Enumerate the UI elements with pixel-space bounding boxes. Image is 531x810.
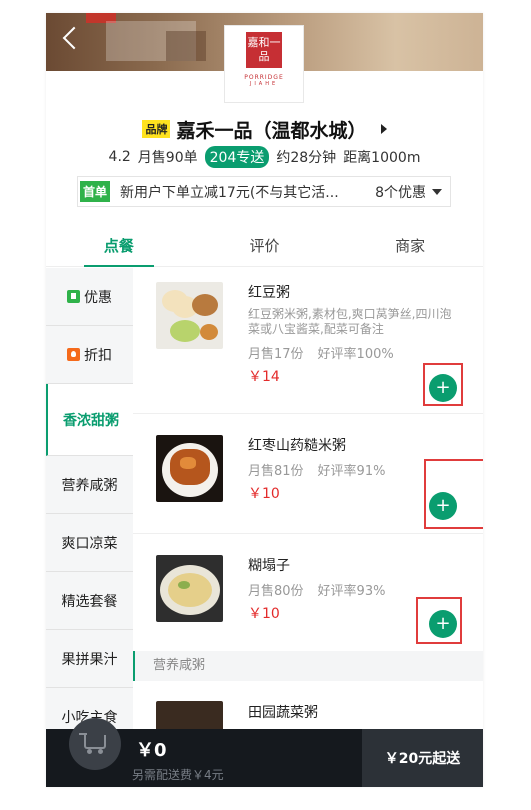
product-image <box>156 435 223 502</box>
highlight-box <box>423 363 463 406</box>
product-price: ￥10 <box>248 606 280 622</box>
chevron-down-icon <box>432 188 442 195</box>
category-sidebar: 优惠 折扣 香浓甜粥 营养咸粥 爽口凉菜 精选套餐 果拼果汁 小吃主食 <box>46 268 134 746</box>
section-header: 营养咸粥 <box>133 651 483 681</box>
highlight-box <box>424 459 483 529</box>
promo-text: 新用户下单立减17元(不与其它活... <box>120 184 339 201</box>
list-item[interactable]: 红豆粥 红豆粥米粥,素材包,爽口莴笋丝,四川泡菜或八宝酱菜,配菜可备注 月售17… <box>133 268 483 414</box>
highlight-box <box>416 597 462 644</box>
food-illustration <box>178 581 190 589</box>
product-sales: 月售17份 <box>248 347 304 362</box>
shop-logo: 嘉和一品 PORRIDGE JIAHE <box>224 25 304 103</box>
food-illustration <box>168 573 212 607</box>
sidebar-item-label: 优惠 <box>84 289 112 306</box>
cart-total: ￥0 <box>136 740 167 761</box>
product-image <box>156 555 223 622</box>
promo-tag: 首单 <box>80 181 111 202</box>
product-meta: 月售17份 好评率100% <box>248 343 394 362</box>
list-item[interactable]: 红枣山药糙米粥 月售81份 好评率91% ￥10 + <box>133 414 483 534</box>
sidebar-item-savory-porridge[interactable]: 营养咸粥 <box>46 456 133 514</box>
promo-count: 8个优惠 <box>375 184 426 201</box>
shop-rating: 4.2 <box>108 149 131 165</box>
food-illustration <box>192 294 218 316</box>
tab-bar: 点餐 评价 商家 <box>46 227 483 267</box>
sidebar-item-label: 香浓甜粥 <box>63 412 119 429</box>
tab-reviews[interactable]: 评价 <box>192 227 338 266</box>
food-illustration <box>200 324 218 340</box>
product-name: 红枣山药糙米粥 <box>248 438 346 454</box>
product-name: 糊塌子 <box>248 558 290 574</box>
food-illustration <box>170 320 200 342</box>
product-sales: 月售80份 <box>248 584 304 599</box>
shop-stats: 4.2 月售90单 204专送 约28分钟 距离1000m <box>46 146 483 168</box>
product-sales: 月售81份 <box>248 464 304 479</box>
delivery-time: 约28分钟 <box>276 150 337 166</box>
sidebar-item-label: 果拼果汁 <box>61 651 118 668</box>
chevron-right-icon <box>380 124 387 134</box>
product-rating: 好评率91% <box>317 464 386 479</box>
product-meta: 月售81份 好评率91% <box>248 460 385 479</box>
list-item[interactable]: 糊塌子 月售80份 好评率93% ￥10 + <box>133 534 483 651</box>
logo-seal: 嘉和一品 <box>246 32 282 68</box>
product-meta: 月售80份 好评率93% <box>248 580 385 599</box>
shop-title-row[interactable]: 品牌 嘉禾一品（温都水城） <box>46 116 483 142</box>
sidebar-item-label: 折扣 <box>84 347 112 364</box>
sidebar-item-cold-dishes[interactable]: 爽口凉菜 <box>46 514 133 572</box>
product-name: 田园蔬菜粥 <box>248 705 318 721</box>
sidebar-item-discount[interactable]: 折扣 <box>46 326 133 384</box>
delivery-fee: 另需配送费￥4元 <box>132 768 224 782</box>
phone-screen: 嘉和一品 PORRIDGE JIAHE 品牌 嘉禾一品（温都水城） 4.2 月售… <box>46 13 483 787</box>
promo-bar[interactable]: 首单 新用户下单立减17元(不与其它活... 8个优惠 <box>77 176 451 207</box>
sidebar-item-sweet-porridge[interactable]: 香浓甜粥 <box>46 384 134 456</box>
shop-name: 嘉禾一品（温都水城） <box>176 119 367 142</box>
checkout-button[interactable]: ￥20元起送 <box>362 729 483 787</box>
cart-icon[interactable] <box>69 718 121 770</box>
sidebar-item-label: 营养咸粥 <box>61 477 118 494</box>
product-price: ￥10 <box>248 486 280 502</box>
sidebar-item-coupons[interactable]: 优惠 <box>46 268 133 326</box>
logo-text: PORRIDGE <box>244 74 284 81</box>
product-description: 红豆粥米粥,素材包,爽口莴笋丝,四川泡菜或八宝酱菜,配菜可备注 <box>248 307 452 336</box>
delivery-badge: 204专送 <box>204 146 270 168</box>
product-list: 红豆粥 红豆粥米粥,素材包,爽口莴笋丝,四川泡菜或八宝酱菜,配菜可备注 月售17… <box>133 268 483 768</box>
product-rating: 好评率93% <box>317 584 386 599</box>
sidebar-item-fruit-juice[interactable]: 果拼果汁 <box>46 630 133 688</box>
cart-wheel <box>98 749 103 754</box>
coupon-icon <box>67 290 80 303</box>
cart-bar: ￥0 另需配送费￥4元 ￥20元起送 <box>46 718 483 787</box>
brand-badge: 品牌 <box>142 120 171 138</box>
product-name: 红豆粥 <box>248 285 290 301</box>
discount-icon <box>67 348 80 361</box>
back-arrow-icon[interactable] <box>56 23 82 59</box>
tab-merchant[interactable]: 商家 <box>337 227 483 266</box>
tab-order[interactable]: 点餐 <box>46 227 192 267</box>
sidebar-item-set-meals[interactable]: 精选套餐 <box>46 572 133 630</box>
cart-wheel <box>87 749 92 754</box>
product-rating: 好评率100% <box>317 347 394 362</box>
monthly-sales: 月售90单 <box>137 150 198 166</box>
banner-decoration <box>166 31 206 61</box>
product-price: ￥14 <box>248 369 280 385</box>
distance: 距离1000m <box>343 150 421 166</box>
product-image <box>156 282 223 349</box>
food-illustration <box>180 457 196 469</box>
logo-text: JIAHE <box>249 81 279 87</box>
sidebar-item-label: 爽口凉菜 <box>61 535 118 552</box>
sidebar-item-label: 精选套餐 <box>61 593 118 610</box>
